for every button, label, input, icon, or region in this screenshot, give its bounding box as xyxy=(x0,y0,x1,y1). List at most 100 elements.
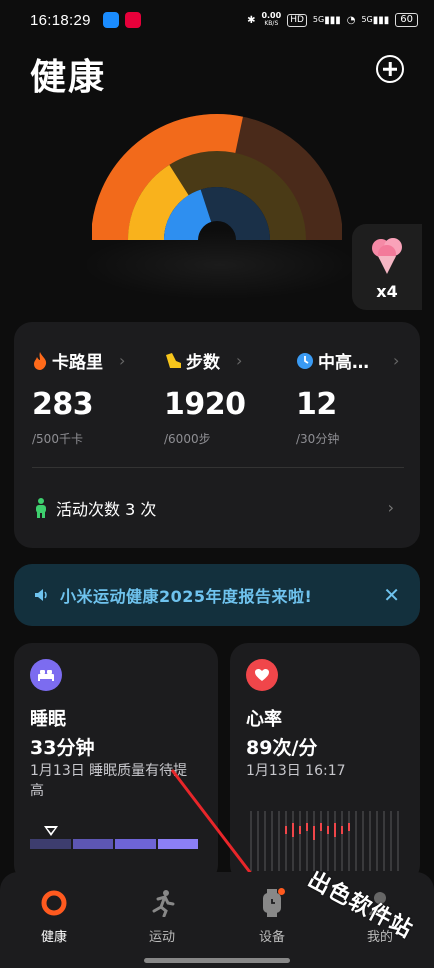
hr-sample-bar xyxy=(306,823,308,831)
metric-value: 1920 xyxy=(164,387,246,422)
home-indicator[interactable] xyxy=(144,958,290,963)
heart-title: 心率 xyxy=(246,709,282,730)
hr-grid-bar xyxy=(278,811,280,871)
hr-grid-bar xyxy=(271,811,273,871)
metric-intensity[interactable]: 中高… › 12 /30分钟 xyxy=(296,348,399,447)
sleep-title: 睡眠 xyxy=(30,709,66,730)
sleep-stage-bar xyxy=(30,839,198,849)
hr-sample-bar xyxy=(341,826,343,834)
hr-grid-bar xyxy=(313,811,315,871)
hr-grid-bar xyxy=(292,811,294,871)
nav-health[interactable]: 健康 xyxy=(24,888,84,945)
heart-icon xyxy=(246,659,278,691)
sleep-stage-segment xyxy=(72,839,113,849)
tmall-notification-icon xyxy=(124,12,141,28)
chevron-right-icon: › xyxy=(393,351,400,370)
hr-grid-bar xyxy=(397,811,399,871)
metric-goal: /30分钟 xyxy=(296,432,340,446)
heart-rate-mini-chart xyxy=(250,811,399,871)
reward-count: x4 xyxy=(376,282,398,301)
hr-grid-bar xyxy=(257,811,259,871)
status-time: 16:18:29 xyxy=(30,11,91,29)
status-indicators: ✱ 0.00 KB/S HD 5G▮▮▮ ◔ 5G▮▮▮ 60 xyxy=(247,12,418,28)
sleep-stage-segment xyxy=(115,839,156,849)
active-count-text: 活动次数 3 次 xyxy=(56,500,157,519)
signal-5g-1: 5G▮▮▮ xyxy=(312,14,341,26)
activity-rings[interactable] xyxy=(92,110,342,245)
hr-grid-bar xyxy=(376,811,378,871)
chevron-right-icon: › xyxy=(119,351,126,370)
person-icon xyxy=(36,498,46,518)
network-speed: 0.00 KB/S xyxy=(261,11,282,28)
close-icon[interactable]: ✕ xyxy=(383,583,400,607)
ice-cream-badge-icon xyxy=(372,238,402,274)
hr-grid-bar xyxy=(341,811,343,871)
metric-goal: /6000步 xyxy=(164,432,211,446)
hr-grid-bar xyxy=(264,811,266,871)
hr-grid-bar xyxy=(334,811,336,871)
sleep-value: 33分钟 xyxy=(30,737,95,759)
bed-icon xyxy=(30,659,62,691)
metric-goal: /500千卡 xyxy=(32,432,83,446)
metric-value: 283 xyxy=(32,387,94,422)
chevron-right-icon: › xyxy=(387,498,394,517)
status-bar: 16:18:29 ✱ 0.00 KB/S HD 5G▮▮▮ ◔ 5G▮▮▮ 60 xyxy=(0,0,434,40)
sleep-stage-segment xyxy=(157,839,198,849)
heart-subtitle: 1月13日 16:17 xyxy=(246,763,346,779)
shoe-icon xyxy=(166,352,181,368)
hr-grid-bar xyxy=(327,811,329,871)
hr-grid-bar xyxy=(369,811,371,871)
metric-calories[interactable]: 卡路里 › 283 /500千卡 xyxy=(32,348,125,447)
metric-label: 步数 xyxy=(186,353,220,373)
battery-indicator: 60 xyxy=(395,13,418,27)
speaker-icon xyxy=(35,589,47,601)
metric-value: 12 xyxy=(296,387,337,422)
hr-grid-bar xyxy=(320,811,322,871)
annual-report-banner[interactable]: 小米运动健康2025年度报告来啦! ✕ xyxy=(14,564,420,626)
hr-grid-bar xyxy=(348,811,350,871)
nav-device[interactable]: 设备 xyxy=(242,888,302,945)
hr-grid-bar xyxy=(306,811,308,871)
heart-rate-card[interactable]: 心率 89次/分 1月13日 16:17 xyxy=(230,643,420,883)
hr-grid-bar xyxy=(285,811,287,871)
clock-icon xyxy=(297,352,313,369)
hr-sample-bar xyxy=(292,823,294,837)
sleep-subtitle: 1月13日 睡眠质量有待提高 xyxy=(30,763,188,799)
hr-sample-bar xyxy=(313,826,315,840)
nav-label: 健康 xyxy=(40,930,67,945)
hr-sample-bar xyxy=(348,823,350,831)
active-count-row[interactable]: 活动次数 3 次 xyxy=(34,496,156,520)
sleep-stage-segment xyxy=(30,839,71,849)
hr-sample-bar xyxy=(285,826,287,834)
hr-grid-bar xyxy=(299,811,301,871)
wifi-icon: ◔ xyxy=(346,14,356,26)
reward-card[interactable]: x4 xyxy=(352,224,422,310)
hr-sample-bar xyxy=(299,826,301,834)
nav-label: 设备 xyxy=(258,930,285,945)
sleep-marker-icon xyxy=(44,826,58,836)
activity-summary-card[interactable]: 卡路里 › 283 /500千卡 步数 › 1920 /6000步 中高… › … xyxy=(14,322,420,548)
heart-value: 89次/分 xyxy=(246,737,318,759)
running-icon xyxy=(147,888,177,918)
hr-sample-bar xyxy=(320,823,322,831)
chevron-right-icon: › xyxy=(236,351,243,370)
nav-label: 运动 xyxy=(148,930,175,945)
hd-icon: HD xyxy=(287,13,307,27)
divider xyxy=(32,467,404,468)
hr-sample-bar xyxy=(334,823,336,837)
hr-grid-bar xyxy=(383,811,385,871)
hr-grid-bar xyxy=(362,811,364,871)
add-button[interactable] xyxy=(376,55,404,83)
page-title: 健康 xyxy=(30,57,107,98)
hr-grid-bar xyxy=(355,811,357,871)
app-notification-icon xyxy=(102,12,119,28)
sleep-card[interactable]: 睡眠 33分钟 1月13日 睡眠质量有待提高 xyxy=(14,643,218,883)
signal-5g-2: 5G▮▮▮ xyxy=(361,14,390,26)
hr-grid-bar xyxy=(390,811,392,871)
nav-workout[interactable]: 运动 xyxy=(132,888,192,945)
flame-icon xyxy=(34,351,47,370)
bluetooth-icon: ✱ xyxy=(247,14,256,26)
metric-steps[interactable]: 步数 › 1920 /6000步 xyxy=(164,348,246,447)
metric-label: 卡路里 xyxy=(52,353,103,373)
notification-dot xyxy=(278,888,285,895)
